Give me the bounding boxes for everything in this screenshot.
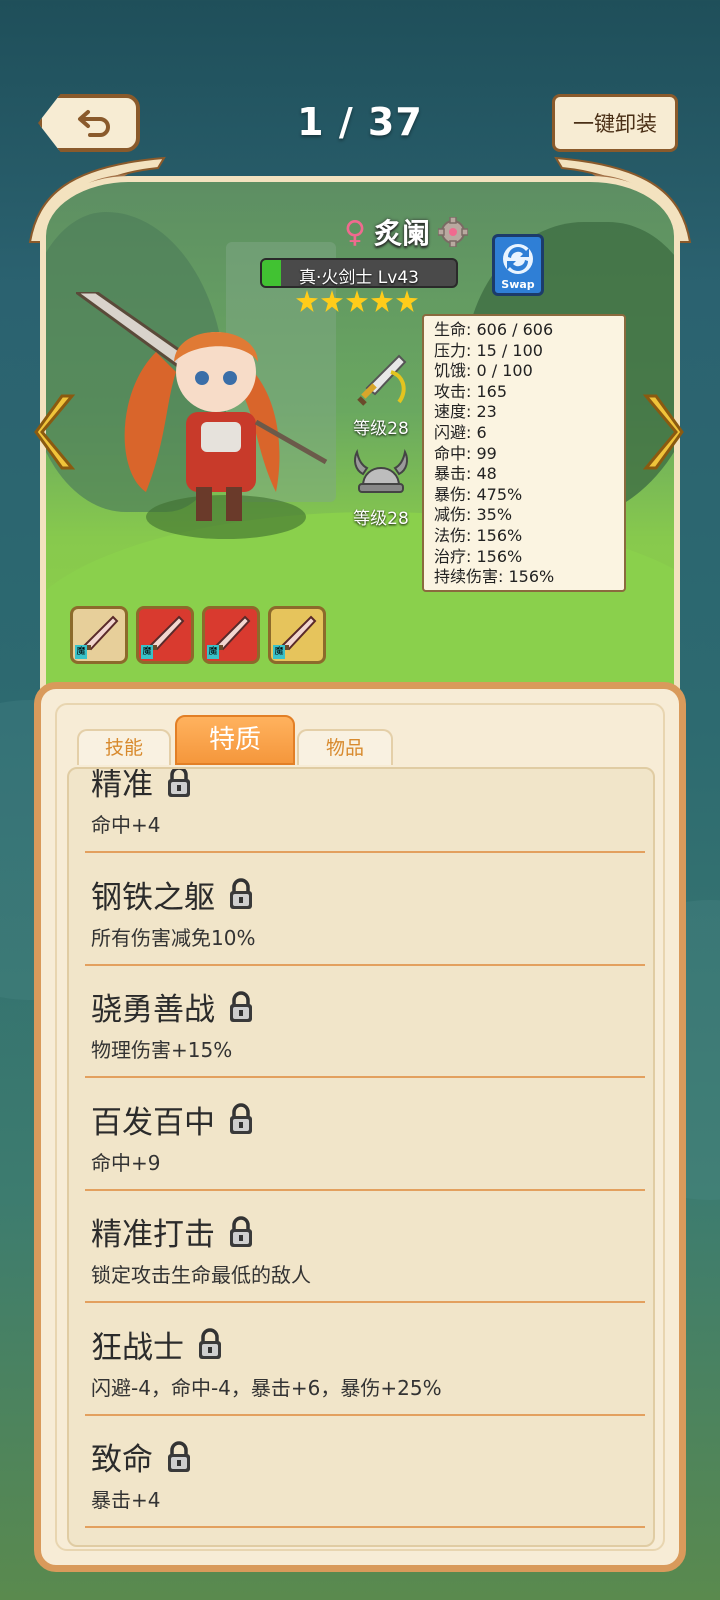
weapon-level-label: 等级28 — [353, 419, 409, 439]
previous-hero-arrow-icon[interactable] — [34, 390, 76, 474]
undo-arrow-icon — [78, 110, 110, 137]
class-level-label: 真·火剑士 Lv43 — [299, 268, 419, 288]
trait-list[interactable]: 精准 命中+4 钢铁之躯 所有伤害减免10% 骁勇善战 物理伤害+15% 百发百中 命中+9 精… — [67, 767, 655, 1547]
lock-icon — [230, 878, 252, 909]
trait-title-row: 致命 — [91, 1434, 193, 1479]
back-button[interactable] — [38, 94, 140, 152]
trait-title: 精准 — [91, 767, 153, 803]
trait-row[interactable]: 精准命中+4 — [85, 767, 645, 853]
trait-title-row: 精准 — [91, 767, 193, 804]
trait-title: 狂战士 — [91, 1329, 184, 1366]
star-icon — [346, 290, 368, 312]
magic-tag: 魔 — [75, 645, 87, 659]
tab-items[interactable]: 物品 — [297, 729, 393, 765]
stats-box: 生命: 606 / 606 压力: 15 / 100 饥饿: 0 / 100 攻击: … — [422, 314, 626, 592]
trait-title: 致命 — [91, 1442, 153, 1478]
trait-description: 命中+9 — [91, 1150, 161, 1175]
trait-row[interactable]: 钢铁之躯所有伤害减免10% — [85, 854, 645, 966]
class-level-bar: 真·火剑士 Lv43 — [260, 258, 458, 288]
lock-icon — [168, 1440, 190, 1472]
hero-character-sprite[interactable] — [76, 292, 336, 552]
trait-title: 骁勇善战 — [91, 992, 215, 1028]
magic-tag: 魔 — [273, 645, 285, 659]
trait-title: 精准打击 — [91, 1217, 215, 1253]
stat-line: 闪避: 6 — [434, 422, 487, 442]
lock-icon — [168, 769, 190, 797]
trait-description: 暴击+4 — [91, 1488, 161, 1512]
trait-row[interactable]: 骁勇善战物理伤害+15% — [85, 966, 645, 1078]
helmet-level-label: 等级28 — [353, 509, 409, 529]
hero-name: 炙阑 — [373, 217, 430, 250]
magic-tag: 魔 — [141, 645, 153, 659]
horned-helmet-icon — [354, 448, 408, 493]
trait-title: 钢铁之躯 — [91, 879, 215, 916]
trait-row[interactable]: 致命暴击+4 — [85, 1416, 645, 1528]
stat-line: 持续伤害: 156% — [434, 567, 555, 587]
tab-skills[interactable]: 技能 — [77, 729, 171, 765]
stat-line: 命中: 99 — [434, 443, 497, 463]
hero-counter: 1 / 37 — [297, 100, 423, 144]
tab-traits[interactable]: 特质 — [175, 715, 295, 765]
swap-button[interactable]: Swap — [492, 234, 544, 296]
unequip-all-button[interactable]: 一键卸装 — [552, 94, 678, 152]
trait-title-row: 骁勇善战 — [91, 984, 255, 1029]
sword-icon — [357, 354, 407, 406]
equip-slot-helmet[interactable]: 等级28 — [336, 448, 426, 529]
trait-row[interactable]: 百发百中命中+9 — [85, 1079, 645, 1191]
magic-tag: 魔 — [207, 645, 219, 659]
item-slot-red-blade[interactable]: 魔 — [136, 606, 194, 664]
equip-slot-weapon[interactable]: 等级28 — [336, 352, 426, 439]
item-slot-red-armor[interactable]: 魔 — [202, 606, 260, 664]
stat-line: 治疗: 156% — [434, 546, 523, 566]
star-icon — [396, 290, 418, 312]
trait-row[interactable]: 精准打击锁定攻击生命最低的敌人 — [85, 1191, 645, 1303]
swap-icon — [503, 244, 533, 274]
stat-line: 饥饿: 0 / 100 — [434, 361, 533, 381]
stat-line: 速度: 23 — [434, 402, 497, 422]
stat-line: 法伤: 156% — [434, 525, 523, 545]
trait-title-row: 钢铁之躯 — [91, 872, 255, 917]
lock-icon — [230, 990, 252, 1022]
stat-line: 压力: 15 / 100 — [434, 340, 543, 360]
lock-icon — [199, 1328, 221, 1359]
trait-description: 所有伤害减免10% — [91, 925, 256, 950]
star-icon — [371, 290, 393, 312]
gear-icon[interactable] — [438, 217, 468, 247]
lock-icon — [230, 1215, 252, 1247]
trait-description: 物理伤害+15% — [91, 1038, 233, 1062]
trait-title-row: 百发百中 — [91, 1097, 255, 1142]
details-panel: 技能 特质 物品 精准 命中+4 钢铁之躯 所有伤害减免10% 骁勇善战 物理伤害+15%… — [34, 682, 686, 1572]
female-gender-icon: ♀ — [344, 214, 366, 250]
swap-label: Swap — [501, 278, 535, 291]
hero-name-row: ♀ 炙阑 — [286, 212, 526, 252]
trait-title-row: 狂战士 — [91, 1322, 224, 1367]
lock-icon — [230, 1103, 252, 1134]
item-slot-green-axe[interactable]: 魔 — [268, 606, 326, 664]
stat-line: 暴击: 48 — [434, 464, 497, 484]
stat-line: 减伤: 35% — [434, 505, 513, 525]
trait-description: 闪避-4，命中-4，暴击+6，暴伤+25% — [91, 1375, 442, 1400]
stat-line: 生命: 606 / 606 — [434, 320, 554, 339]
next-hero-arrow-icon[interactable] — [642, 390, 684, 474]
trait-row[interactable]: 狂战士闪避-4，命中-4，暴击+6，暴伤+25% — [85, 1304, 645, 1416]
stat-line: 攻击: 165 — [434, 381, 508, 401]
trait-description: 命中+4 — [91, 813, 161, 837]
trait-description: 锁定攻击生命最低的敌人 — [91, 1263, 311, 1287]
trait-title-row: 精准打击 — [91, 1209, 255, 1254]
trait-title: 百发百中 — [91, 1104, 215, 1141]
item-slot-magic-sword[interactable]: 魔 — [70, 606, 128, 664]
inventory-items-row: 魔魔魔魔 — [70, 606, 326, 664]
stat-line: 暴伤: 475% — [434, 484, 523, 504]
